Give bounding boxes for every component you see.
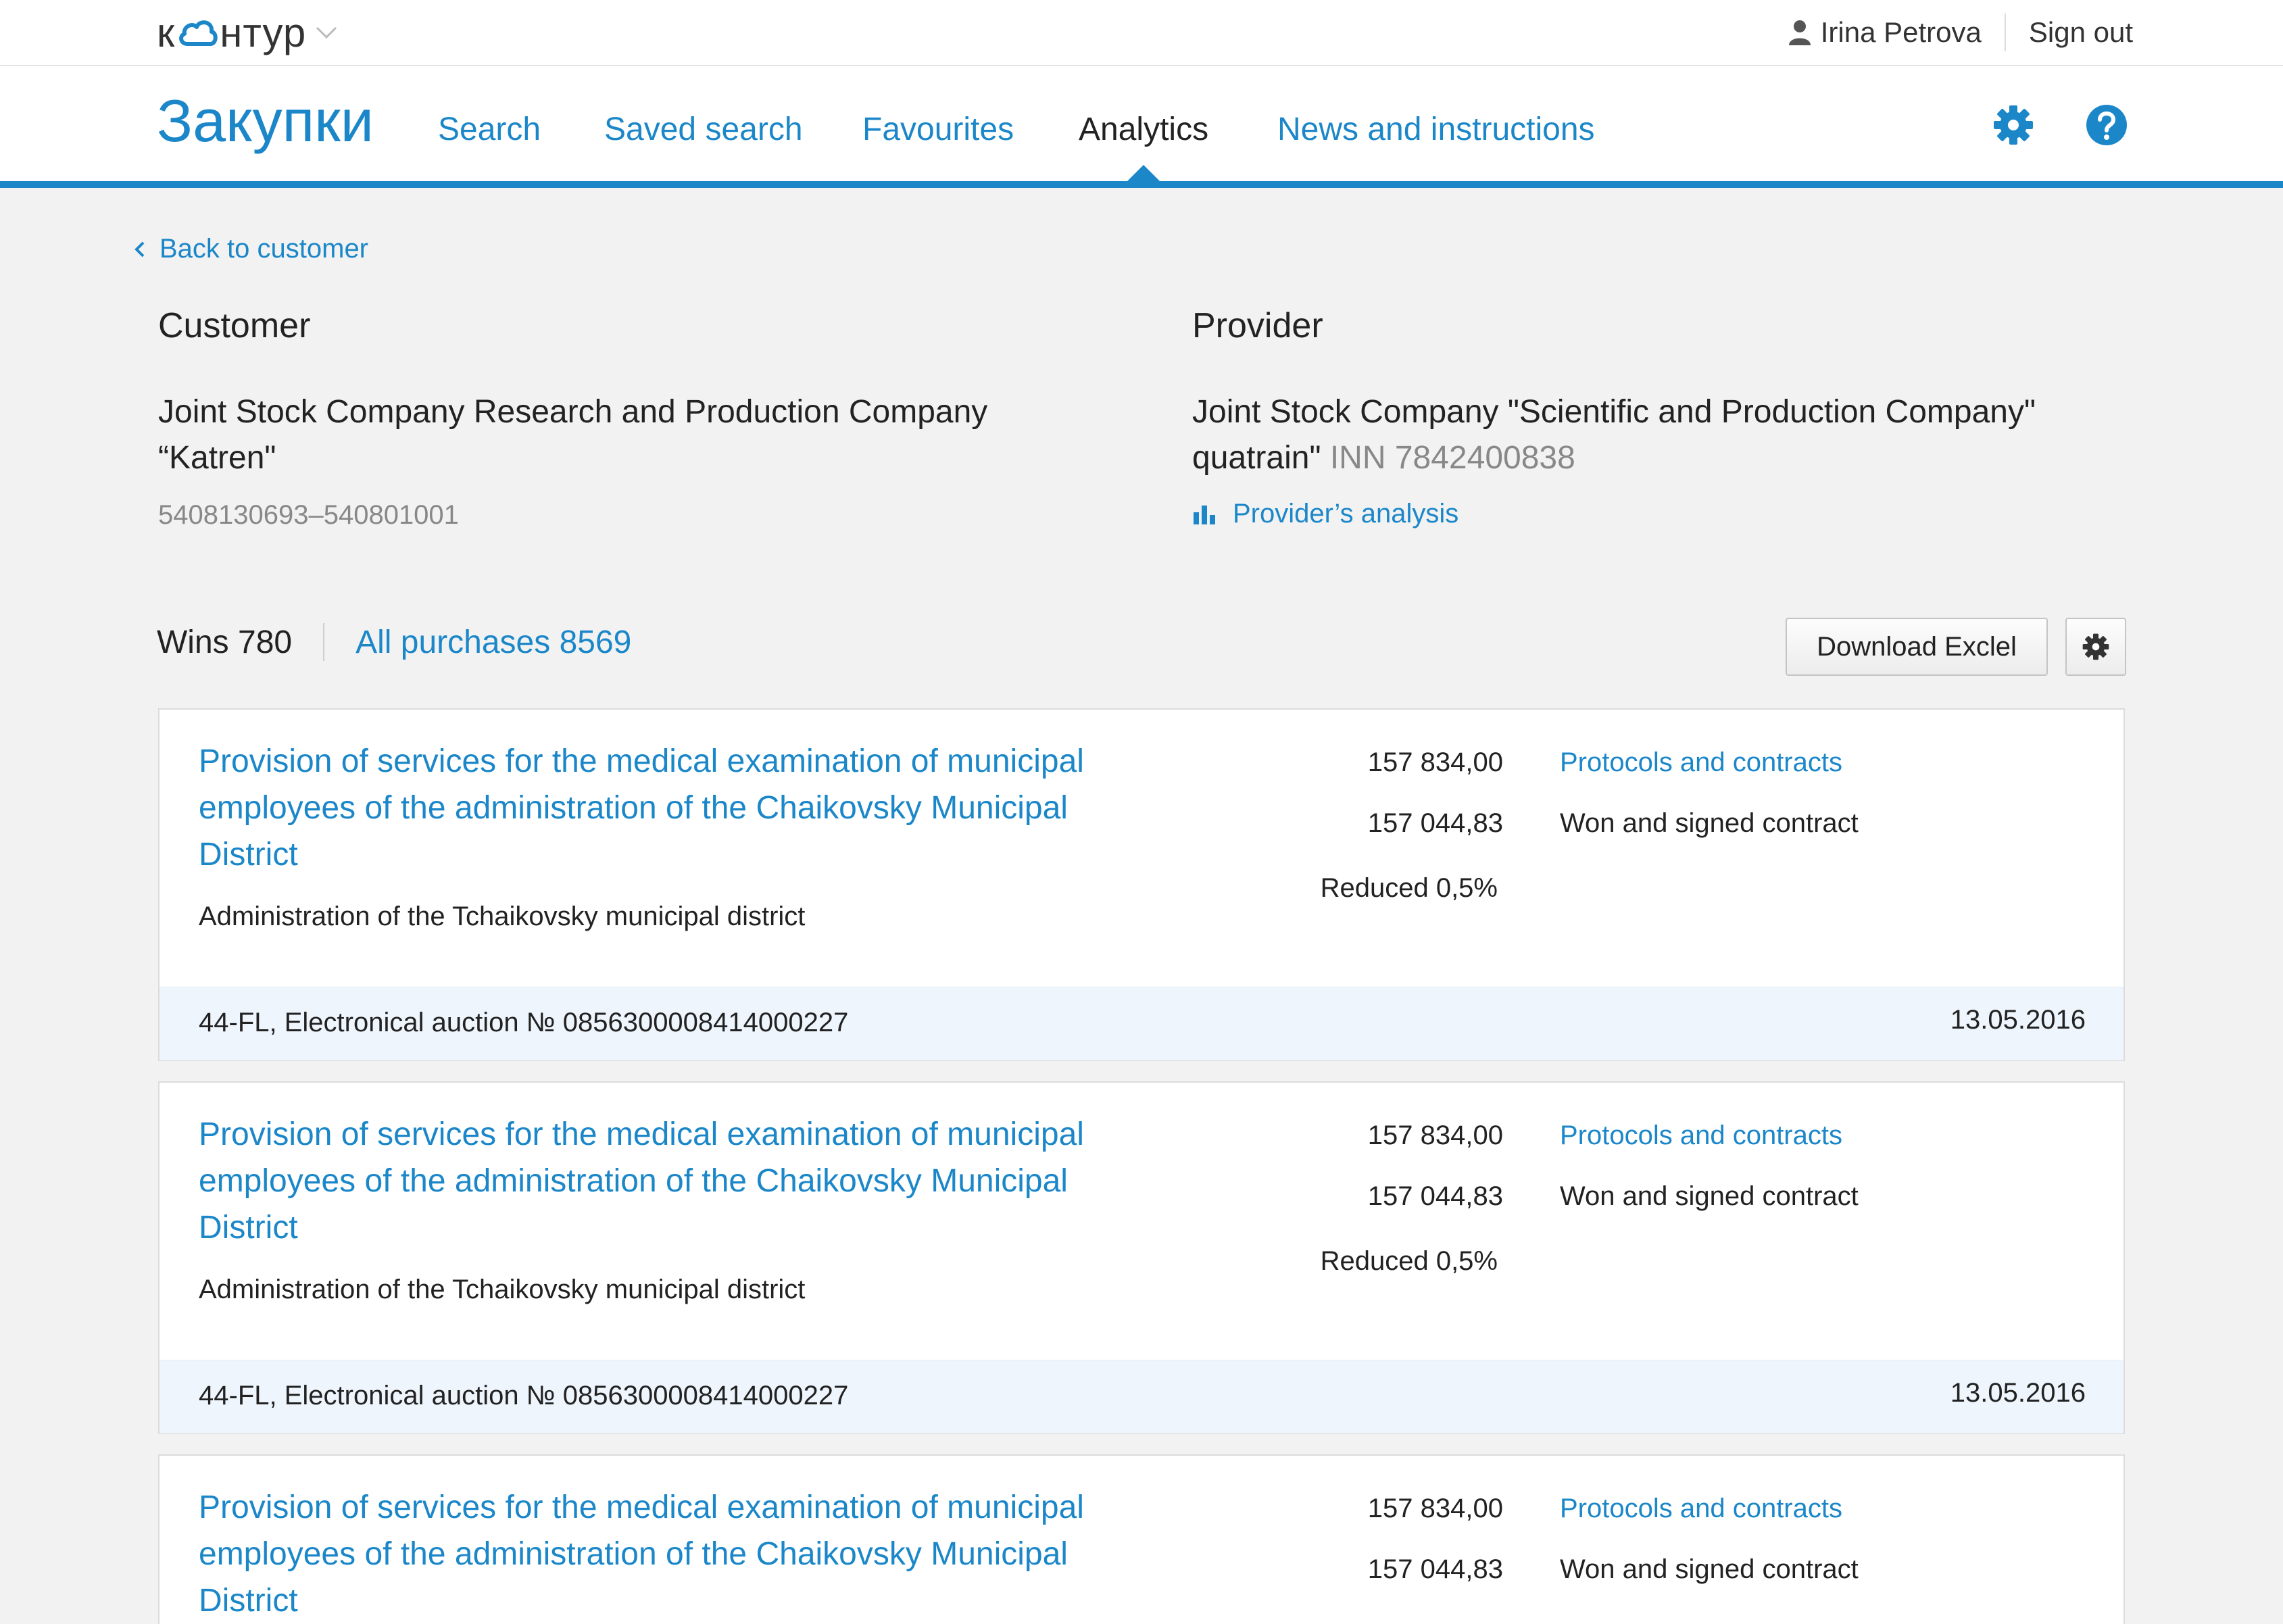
initial-price: 157 834,00 [1367, 747, 1503, 777]
customer-name: Joint Stock Company Research and Product… [158, 394, 988, 476]
top-bar: к нтур Irina Petrova Sign out [0, 0, 2283, 66]
sign-out-link[interactable]: Sign out [2029, 16, 2133, 49]
procedure-info: 44-FL, Electronical auction № 0856300008… [199, 1008, 849, 1037]
chevron-left-icon [134, 241, 145, 257]
back-link-label: Back to customer [159, 234, 369, 264]
purchase-card-footer: 44-FL, Electronical auction № 0856300008… [159, 987, 2124, 1060]
back-to-customer-link[interactable]: Back to customer [132, 234, 368, 264]
purchase-card-footer: 44-FL, Electronical auction № 0856300008… [159, 1360, 2124, 1433]
provider-inn: INN 7842400838 [1329, 440, 1575, 476]
tab-news-and-instructions[interactable]: News and instructions [1277, 111, 1595, 148]
logo[interactable]: к нтур [157, 8, 340, 57]
provider-name-block: Joint Stock Company "Scientific and Prod… [1192, 389, 2138, 481]
user-area: Irina Petrova Sign out [1788, 14, 2133, 51]
purchase-card: Provision of services for the medical ex… [158, 1081, 2125, 1434]
gear-icon [2082, 633, 2109, 660]
protocols-and-contracts-link[interactable]: Protocols and contracts [1560, 1121, 1842, 1151]
provider-analysis-link[interactable]: Provider’s analysis [1192, 499, 1458, 529]
protocols-and-contracts-link[interactable]: Protocols and contracts [1560, 747, 1842, 778]
tab-analytics[interactable]: Analytics [1079, 111, 1208, 148]
gear-icon[interactable] [1991, 103, 2036, 147]
user-icon [1788, 20, 1811, 45]
tab-favourites[interactable]: Favourites [862, 111, 1014, 148]
purchase-title-link[interactable]: Provision of services for the medical ex… [199, 738, 1145, 878]
purchase-title-link[interactable]: Provision of services for the medical ex… [199, 1111, 1145, 1251]
chevron-down-icon[interactable] [313, 19, 340, 46]
purchase-card: Provision of services for the medical ex… [158, 1454, 2125, 1624]
customer-ids: 5408130693–540801001 [158, 500, 459, 530]
summary-row: Wins 780 All purchases 8569 [157, 623, 631, 661]
download-excel-button[interactable]: Download Exclel [1786, 618, 2048, 676]
initial-price: 157 834,00 [1367, 1121, 1503, 1150]
divider [2004, 14, 2006, 51]
initial-price: 157 834,00 [1367, 1494, 1503, 1523]
purchase-title-link[interactable]: Provision of services for the medical ex… [199, 1484, 1145, 1624]
tab-saved-search[interactable]: Saved search [604, 111, 803, 148]
provider-name: Joint Stock Company "Scientific and Prod… [1192, 394, 2036, 476]
logo-wordmark: к нтур [157, 9, 307, 55]
purchase-date: 13.05.2016 [1950, 1005, 2086, 1035]
purchase-status: Won and signed contract [1560, 1181, 1859, 1211]
all-purchases-link[interactable]: All purchases 8569 [355, 624, 631, 661]
purchase-status: Won and signed contract [1560, 808, 1859, 838]
provider-analysis-label: Provider’s analysis [1233, 499, 1459, 528]
purchase-date: 13.05.2016 [1950, 1378, 2086, 1408]
purchase-card: Provision of services for the medical ex… [158, 708, 2125, 1061]
customer-heading: Customer [158, 306, 311, 345]
procedure-info: 44-FL, Electronical auction № 0856300008… [199, 1381, 849, 1410]
active-tab-indicator [1126, 165, 1161, 182]
bar-chart-icon [1194, 505, 1215, 524]
price-reduction: Reduced 0,5% [1320, 1246, 1498, 1276]
settings-button[interactable] [2065, 618, 2126, 676]
wins-count[interactable]: Wins 780 [157, 624, 292, 661]
final-price: 157 044,83 [1367, 808, 1503, 838]
main-nav: Закупки Search Saved search Favourites A… [0, 66, 2283, 188]
protocols-and-contracts-link[interactable]: Protocols and contracts [1560, 1494, 1842, 1524]
brand-title[interactable]: Закупки [157, 87, 374, 155]
final-price: 157 044,83 [1367, 1181, 1503, 1211]
user-name[interactable]: Irina Petrova [1821, 16, 1982, 49]
divider [323, 623, 325, 661]
help-icon[interactable] [2084, 103, 2129, 147]
purchase-organization: Administration of the Tchaikovsky munici… [199, 1275, 806, 1304]
provider-heading: Provider [1192, 306, 1323, 345]
purchase-status: Won and signed contract [1560, 1554, 1859, 1584]
final-price: 157 044,83 [1367, 1554, 1503, 1584]
purchase-organization: Administration of the Tchaikovsky munici… [199, 902, 806, 931]
price-reduction: Reduced 0,5% [1320, 873, 1498, 903]
tab-search[interactable]: Search [438, 111, 541, 148]
